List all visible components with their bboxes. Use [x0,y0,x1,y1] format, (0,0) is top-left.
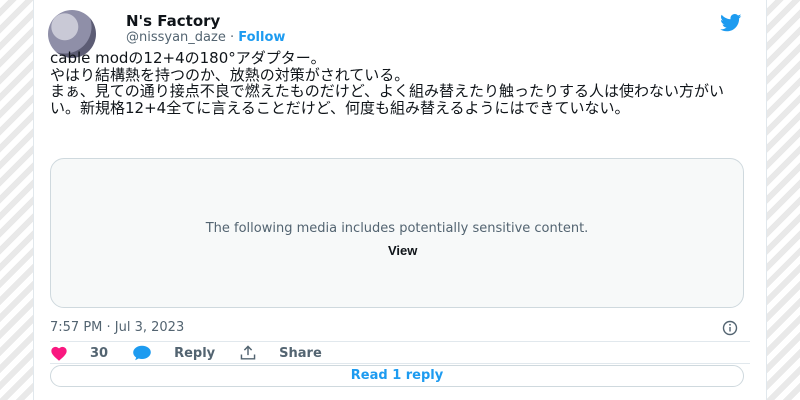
heart-icon [51,346,67,361]
reply-button[interactable]: Reply [132,345,215,361]
handle[interactable]: @nissyan_daze [126,30,226,45]
reply-label: Reply [174,345,216,361]
sensitive-media-container[interactable]: The following media includes potentially… [50,158,744,308]
tweet-text-line-1: cable modの12+4の180°アダプター。 [50,49,326,67]
like-button[interactable]: 30 [50,345,108,361]
share-button[interactable]: Share [239,345,322,361]
tweet-text-line-3: まぁ、見ての通り接点不良で燃えたものだけど、よく組み替えたり触ったりする人は使わ… [50,82,724,117]
share-icon [240,345,256,360]
tweet-timestamp[interactable]: 7:57 PM · Jul 3, 2023 [50,320,184,335]
divider [50,341,750,342]
twitter-bird-icon[interactable] [720,14,742,32]
read-replies-button[interactable]: Read 1 reply [50,365,744,387]
info-icon[interactable] [722,320,738,336]
share-label: Share [279,345,322,361]
reply-bubble-icon [133,345,151,361]
background-pattern-right [767,0,800,400]
tweet-text: cable modの12+4の180°アダプター。 やはり結構熱を持つのか、放熱… [50,50,740,116]
display-name[interactable]: N's Factory [126,12,220,30]
tweet-card: N's Factory @nissyan_daze · Follow cable… [33,0,767,400]
handle-row: @nissyan_daze · Follow [126,30,285,45]
like-count: 30 [90,345,109,361]
action-bar: 30 Reply Share [50,344,346,362]
view-media-button[interactable]: View [388,243,417,258]
handle-separator: · [225,30,239,45]
tweet-text-line-2: やはり結構熱を持つのか、放熱の対策がされている。 [50,65,410,84]
sensitive-content-notice: The following media includes potentially… [205,221,589,236]
background-pattern-left [0,0,33,400]
follow-link[interactable]: Follow [238,30,285,45]
divider [50,363,750,364]
